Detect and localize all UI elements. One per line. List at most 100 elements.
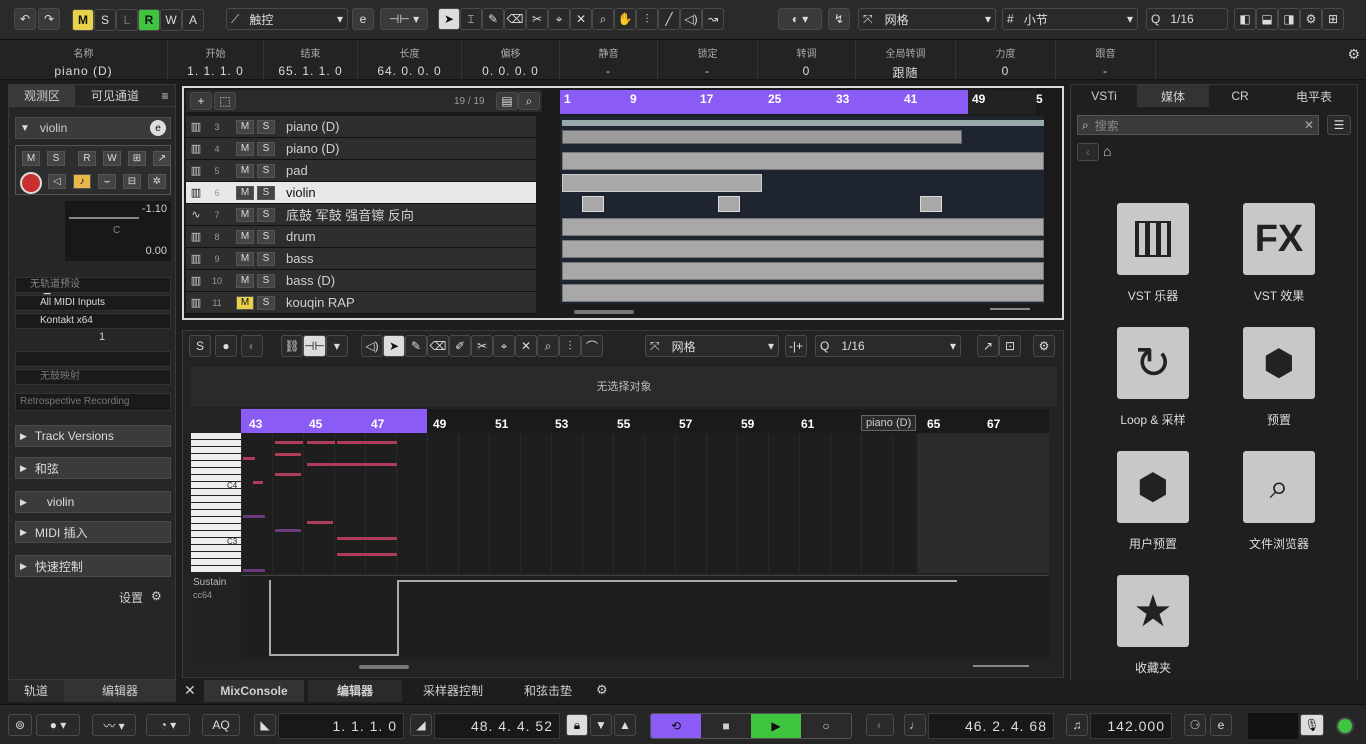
auto-quantize-button[interactable]: AQ — [202, 714, 240, 736]
track-row[interactable]: ▥ 10 M Sbass (D) — [186, 270, 536, 292]
record-enable-button[interactable] — [20, 172, 42, 194]
split-tool-icon[interactable]: ✂ — [526, 8, 548, 30]
solo-button[interactable]: S — [257, 119, 275, 134]
mute-button[interactable]: M — [22, 151, 40, 166]
drum-map[interactable]: 无鼓映射 — [15, 369, 171, 385]
mute-button[interactable]: M — [236, 295, 254, 310]
track-row[interactable]: ▥ 5 M Spad — [186, 160, 536, 182]
midi-note[interactable] — [307, 441, 335, 444]
midi-input[interactable]: All MIDI Inputs — [15, 295, 171, 311]
clear-icon[interactable]: ✕ — [1304, 118, 1314, 132]
record-mode-button[interactable]: ● ▾ — [36, 714, 80, 736]
info-name[interactable]: 名称 piano (D) — [0, 40, 168, 80]
mute-button[interactable]: M — [236, 163, 254, 178]
gear-icon[interactable]: ⚙ — [151, 589, 162, 603]
tempo-track-icon[interactable]: ◐ — [866, 714, 894, 736]
track-row[interactable]: ▥ 4 M Spiano (D) — [186, 138, 536, 160]
settings-label[interactable]: 设置 — [119, 589, 143, 606]
punch-in-icon[interactable]: ▼ — [590, 714, 612, 736]
info-length[interactable]: 长度 64. 0. 0. 0 — [358, 40, 462, 80]
mute-button[interactable]: M — [236, 141, 254, 156]
quantize-select[interactable]: Q 1/16 — [1146, 8, 1228, 30]
search-field[interactable]: ⌕ 搜索 ✕ — [1077, 115, 1319, 135]
mute-tool-icon[interactable]: ✕ — [570, 8, 592, 30]
stop-icon[interactable]: ■ — [701, 714, 751, 738]
fader-area[interactable]: -1.10 C 0.00 — [65, 201, 171, 261]
open-editor-icon[interactable]: ↗ — [977, 335, 999, 357]
tab-media[interactable]: 媒体 — [1137, 85, 1209, 107]
part-drum[interactable] — [562, 218, 1044, 236]
activity-icon[interactable]: ⊚ — [8, 714, 32, 736]
draw-tool-icon[interactable]: ✎ — [482, 8, 504, 30]
mute-button[interactable]: M — [236, 119, 254, 134]
nudge-palette-button[interactable]: ⊣⊢ ▾ — [380, 8, 428, 30]
erase-tool-icon[interactable]: ⌫ — [504, 8, 526, 30]
list-view-icon[interactable]: ☰ — [1327, 115, 1351, 135]
part-violin[interactable] — [562, 174, 762, 192]
solo-button[interactable]: S — [257, 295, 275, 310]
acoustic-feedback-icon[interactable]: ◐ — [241, 335, 263, 357]
draw-tool-icon[interactable]: ✎ — [405, 335, 427, 357]
touch-mode-select[interactable]: ⟋ 触控 ▾ — [226, 8, 348, 30]
media-favorites[interactable]: ★ 收藏夹 — [1093, 575, 1213, 676]
solo-button[interactable]: S — [257, 207, 275, 222]
microphone-icon[interactable]: 🎙︎ — [1300, 714, 1324, 736]
track-row[interactable]: ▥ 3 M Spiano (D) — [186, 116, 536, 138]
range-select-tool-icon[interactable]: ⌶ — [460, 8, 482, 30]
editor-settings-icon[interactable]: ⊡ — [999, 335, 1021, 357]
horizontal-scrollbar[interactable] — [574, 310, 634, 314]
zoom-slider[interactable] — [990, 308, 1030, 310]
cycle-range[interactable] — [241, 409, 427, 433]
right-locator-icon[interactable]: ◢ — [410, 714, 432, 736]
solo-button[interactable]: S — [257, 229, 275, 244]
lanes-icon[interactable]: ↗ — [153, 151, 171, 166]
midi-note[interactable] — [243, 457, 255, 460]
glue-tool-icon[interactable]: ⌖ — [493, 335, 515, 357]
section-chords[interactable]: ▶ 和弦 — [15, 457, 171, 479]
mute-mode-button[interactable]: M — [72, 9, 94, 31]
autoscroll-icon[interactable]: ↯ — [828, 8, 850, 30]
grid-unit-select[interactable]: # 小节 ▾ — [1002, 8, 1138, 30]
listen-mode-button[interactable]: L — [116, 9, 138, 31]
play-icon[interactable]: ▶ — [751, 714, 801, 738]
tab-editor[interactable]: 编辑器 — [308, 680, 402, 702]
tab-inspector[interactable]: 观测区 — [9, 84, 75, 107]
part-bass-d[interactable] — [562, 262, 1044, 280]
solo-editor-icon[interactable]: S — [189, 335, 211, 357]
mute-button[interactable]: M — [236, 273, 254, 288]
sustain-event[interactable] — [397, 580, 399, 656]
automation-settings-icon[interactable]: e — [352, 8, 374, 30]
speaker-tool-icon[interactable]: ◁) — [680, 8, 702, 30]
tab-mixconsole[interactable]: MixConsole — [204, 680, 304, 702]
gear-icon[interactable]: ⚙ — [596, 682, 608, 698]
undo-icon[interactable]: ↶ — [14, 8, 36, 30]
sustain-event[interactable] — [269, 580, 271, 656]
editor-ruler[interactable]: 43 45 47 49 51 53 55 57 59 61 piano (D) … — [241, 409, 1049, 433]
menu-icon[interactable]: ≡ — [155, 85, 175, 107]
note-display-outside[interactable] — [917, 433, 1049, 573]
info-follow[interactable]: 跟音 - — [1056, 40, 1156, 80]
editor-horizontal-scrollbar[interactable] — [359, 665, 409, 669]
object-select-tool-icon[interactable]: ➤ — [383, 335, 405, 357]
track-row[interactable]: ▥ 8 M Sdrum — [186, 226, 536, 248]
controller-lane[interactable] — [241, 575, 1049, 659]
info-offset[interactable]: 偏移 0. 0. 0. 0 — [462, 40, 560, 80]
media-vst-effects[interactable]: FX VST 效果 — [1219, 203, 1339, 304]
part-bass[interactable] — [562, 240, 1044, 258]
midi-note[interactable] — [275, 441, 303, 444]
cycle-icon[interactable]: ⟲ — [651, 714, 701, 738]
solo-button[interactable]: S — [257, 185, 275, 200]
glue-tool-icon[interactable]: ⌖ — [548, 8, 570, 30]
write-button[interactable]: W — [103, 151, 121, 166]
piano-keyboard[interactable]: C4 C3 — [191, 433, 241, 573]
info-transpose[interactable]: 转调 0 — [758, 40, 856, 80]
midi-note[interactable] — [275, 473, 301, 476]
info-mute[interactable]: 静音 - — [560, 40, 658, 80]
part-pad[interactable] — [562, 152, 1044, 170]
add-track-icon[interactable]: + — [190, 92, 212, 110]
left-locator-icon[interactable]: ◣ — [254, 714, 276, 736]
gear-icon[interactable]: ⚙ — [1300, 8, 1322, 30]
editor-zoom-slider[interactable] — [973, 665, 1029, 667]
track-row[interactable]: ▥ 11 M Skouqin RAP — [186, 292, 536, 314]
media-vst-instruments[interactable]: VST 乐器 — [1093, 203, 1213, 304]
